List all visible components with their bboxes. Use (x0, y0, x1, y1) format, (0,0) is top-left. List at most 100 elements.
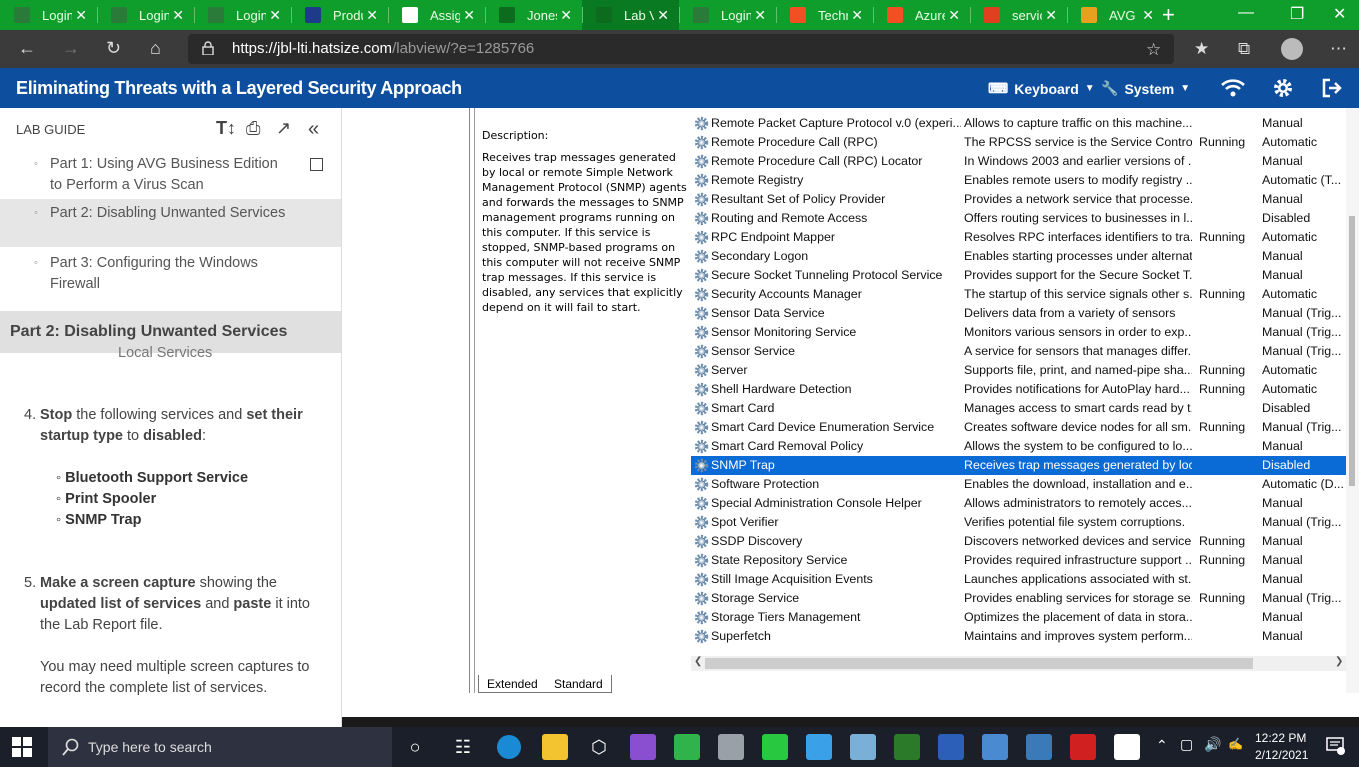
close-icon[interactable]: ✕ (366, 7, 378, 24)
azure-app-icon[interactable] (806, 734, 832, 760)
service-row[interactable]: Storage Service Provides enabling service… (691, 589, 1347, 608)
network-app-icon[interactable] (1026, 734, 1052, 760)
favorites-icon[interactable]: ★ (1194, 39, 1209, 59)
exit-icon[interactable] (1321, 77, 1343, 99)
close-icon[interactable]: ✕ (948, 7, 960, 24)
collections-icon[interactable]: ⧉ (1238, 39, 1250, 59)
network-icon[interactable]: ▢ (1180, 736, 1193, 753)
toc-item-part-1[interactable]: ◦ Part 1: Using AVG Business Edition to … (0, 154, 341, 198)
close-icon[interactable]: ✕ (1045, 7, 1057, 24)
shield-icon[interactable] (1114, 734, 1140, 760)
edge-browser-icon[interactable] (497, 735, 521, 759)
service-row[interactable]: Sensor Monitoring Service Monitors variou… (691, 323, 1347, 342)
notification-icon[interactable] (1326, 737, 1346, 755)
service-row[interactable]: Special Administration Console Helper All… (691, 494, 1347, 513)
clock-date[interactable]: 2/12/2021 (1255, 748, 1308, 762)
visual-studio-icon[interactable] (630, 734, 656, 760)
text-size-icon[interactable]: T↕ (216, 118, 236, 139)
service-row[interactable]: Remote Procedure Call (RPC) Locator In Wi… (691, 152, 1347, 171)
forward-icon[interactable]: → (62, 38, 80, 59)
service-row[interactable]: State Repository Service Provides require… (691, 551, 1347, 570)
timeline-icon[interactable]: ☷ (450, 734, 476, 760)
service-row[interactable]: Still Image Acquisition Events Launches a… (691, 570, 1347, 589)
service-row[interactable]: Shell Hardware Detection Provides notific… (691, 380, 1347, 399)
new-tab-icon[interactable]: + (1162, 2, 1175, 28)
close-icon[interactable]: ✕ (269, 7, 281, 24)
browser-tab[interactable]: Lab V ✕ (582, 0, 679, 30)
word-doc-icon[interactable] (938, 734, 964, 760)
browser-tab[interactable]: Techr ✕ (776, 0, 873, 30)
profile-avatar[interactable] (1281, 38, 1303, 60)
browser-tab[interactable]: servic✕ (970, 0, 1067, 30)
3d-viewer-icon[interactable]: ⬡ (586, 734, 612, 760)
service-row[interactable]: Smart Card Device Enumeration Service Cre… (691, 418, 1347, 437)
browser-tab[interactable]: Login ✕ (679, 0, 776, 30)
collapse-panel-icon[interactable]: « (308, 118, 319, 141)
refresh-app-icon[interactable] (762, 734, 788, 760)
chevron-up-icon[interactable]: ⌃ (1156, 737, 1168, 754)
pdf-icon[interactable] (1070, 734, 1096, 760)
toc-checkbox[interactable] (310, 158, 323, 171)
scroll-right-icon[interactable]: ❯ (1335, 656, 1343, 667)
print-icon[interactable]: ⎙ (246, 118, 260, 139)
close-window-icon[interactable]: ✕ (1333, 4, 1346, 24)
service-row[interactable]: Sensor Service A service for sensors that… (691, 342, 1347, 361)
open-external-icon[interactable]: ↗ (276, 118, 291, 139)
keyboard-menu[interactable]: ⌨ Keyboard ▼ (988, 80, 1095, 97)
service-row[interactable]: Secondary Logon Enables starting processe… (691, 247, 1347, 266)
close-icon[interactable]: ✕ (172, 7, 184, 24)
clock-time[interactable]: 12:22 PM (1255, 731, 1306, 745)
scroll-left-icon[interactable]: ❮ (694, 656, 702, 667)
language-icon[interactable]: ✍ (1228, 737, 1243, 751)
service-row[interactable]: Smart Card Removal Policy Allows the syst… (691, 437, 1347, 456)
horizontal-scrollbar[interactable]: ❮ ❯ (691, 656, 1347, 671)
browser-tab[interactable]: Login ✕ (97, 0, 194, 30)
grid-app-icon[interactable] (982, 734, 1008, 760)
url-field[interactable]: https://jbl-lti.hatsize.com/labview/?e=1… (188, 34, 1174, 64)
task-view-icon[interactable]: ○ (402, 734, 428, 760)
service-row[interactable]: Sensor Data Service Delivers data from a … (691, 304, 1347, 323)
xbox-icon[interactable] (894, 734, 920, 760)
minimize-icon[interactable]: — (1238, 4, 1254, 22)
more-menu-icon[interactable]: ⋯ (1330, 39, 1347, 59)
toc-item-part-2[interactable]: ◦ Part 2: Disabling Unwanted Services (0, 199, 341, 247)
service-row[interactable]: Server Supports file, print, and named-pi… (691, 361, 1347, 380)
tab-extended[interactable]: Extended (478, 675, 547, 693)
favorite-star-icon[interactable]: ☆ (1146, 40, 1161, 60)
toc-item-part-3[interactable]: ◦ Part 3: Configuring the Windows Firewa… (0, 253, 341, 297)
taskbar-search-box[interactable]: Type here to search (48, 727, 392, 767)
close-icon[interactable]: ✕ (851, 7, 863, 24)
back-icon[interactable]: ← (18, 38, 36, 59)
close-icon[interactable]: ✕ (75, 7, 87, 24)
service-row[interactable]: Spot Verifier Verifies potential file sys… (691, 513, 1347, 532)
refresh-icon[interactable]: ↻ (106, 38, 121, 59)
sniping-tool-icon[interactable] (674, 734, 700, 760)
close-icon[interactable]: ✕ (754, 7, 766, 24)
service-row[interactable]: SSDP Discovery Discovers networked device… (691, 532, 1347, 551)
vertical-scrollbar[interactable] (1346, 108, 1359, 693)
service-row[interactable]: SNMP Trap Receives trap messages generate… (691, 456, 1347, 475)
service-row[interactable]: Storage Tiers Management Optimizes the pl… (691, 608, 1347, 627)
tab-standard[interactable]: Standard (546, 675, 612, 693)
close-icon[interactable]: ✕ (463, 7, 475, 24)
browser-tab[interactable]: Assig ✕ (388, 0, 485, 30)
service-row[interactable]: Software Protection Enables the download,… (691, 475, 1347, 494)
service-row[interactable]: Secure Socket Tunneling Protocol Service… (691, 266, 1347, 285)
service-row[interactable]: Security Accounts Manager The startup of … (691, 285, 1347, 304)
home-icon[interactable]: ⌂ (150, 38, 161, 59)
browser-tab[interactable]: Azure✕ (873, 0, 970, 30)
notepad-icon[interactable] (850, 734, 876, 760)
service-row[interactable]: Resultant Set of Policy Provider Provides… (691, 190, 1347, 209)
service-row[interactable]: Superfetch Maintains and improves system … (691, 627, 1347, 646)
volume-icon[interactable]: 🔊 (1204, 736, 1221, 753)
service-row[interactable]: RPC Endpoint Mapper Resolves RPC interfac… (691, 228, 1347, 247)
service-row[interactable]: Remote Registry Enables remote users to m… (691, 171, 1347, 190)
services-list[interactable]: Remote Packet Capture Protocol v.0 (expe… (691, 114, 1347, 661)
browser-tab[interactable]: Jones✕ (485, 0, 582, 30)
maximize-icon[interactable]: ❐ (1290, 4, 1304, 24)
service-row[interactable]: Smart Card Manages access to smart cards … (691, 399, 1347, 418)
browser-tab[interactable]: AVG 2✕ (1067, 0, 1164, 30)
scrollbar-thumb[interactable] (1349, 216, 1355, 486)
browser-tab[interactable]: Produ✕ (291, 0, 388, 30)
close-icon[interactable]: ✕ (560, 7, 572, 24)
